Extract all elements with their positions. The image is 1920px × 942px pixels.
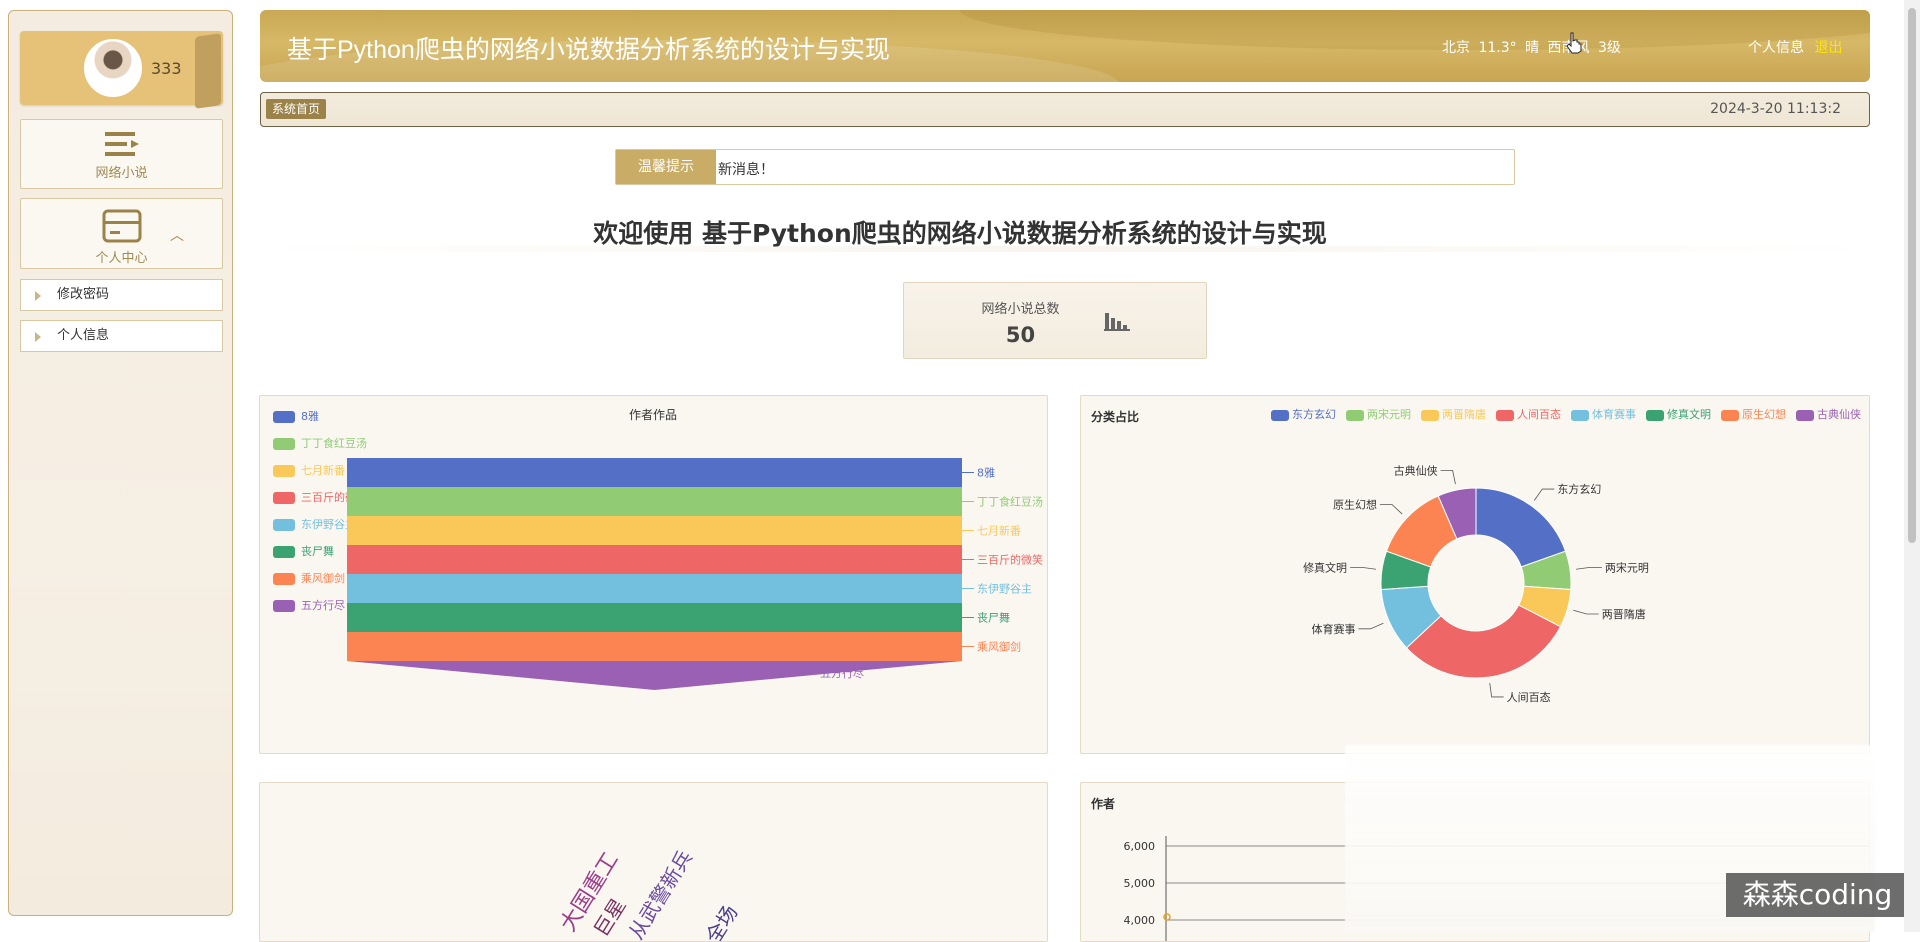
logout-link[interactable]: 退出 <box>1814 40 1842 56</box>
funnel-chart: 8雅丁丁食红豆汤七月新番三百斤的微笑东伊野谷主丧尸舞乘风御剑五方行尽 <box>347 458 1043 690</box>
pie-label: 修真文明 <box>1303 560 1347 574</box>
sidebar-item-label: 修改密码 <box>57 287 110 302</box>
pie-chart: 东方玄幻两宋元明两晋隋唐人间百态 体育赛事 修真文明 原生幻想 古典仙侠 <box>1303 463 1649 704</box>
user-card[interactable]: 333 <box>20 31 223 109</box>
funnel-label: 8雅 <box>977 466 995 480</box>
chart-category-share: 分类占比 东方玄幻 两宋元明 两晋隋唐 人间百态 体育赛事 修真文明 原生幻想 古典仙侠 东方… <box>1080 395 1870 754</box>
pie-label: 体育赛事 <box>1312 622 1356 636</box>
funnel-segment <box>347 516 962 545</box>
funnel-segment <box>347 632 962 661</box>
profile-link[interactable]: 个人信息 <box>1748 40 1804 56</box>
pie-label: 东方玄幻 <box>1557 482 1601 496</box>
pie-label: 古典仙侠 <box>1394 463 1438 477</box>
label-line <box>1358 622 1384 630</box>
notice-bar: 温馨提示 新消息！ <box>615 149 1515 185</box>
header-links: 个人信息 退出 <box>1748 37 1842 57</box>
sidebar-item-label: 个人信息 <box>57 328 110 343</box>
hand-cursor-icon <box>1566 32 1582 54</box>
bar-chart-icon <box>1104 313 1130 331</box>
pie-slice <box>1475 487 1567 568</box>
label-line <box>1533 488 1555 501</box>
breadcrumb-home[interactable]: 系统首页 <box>266 99 327 119</box>
label-line <box>1573 609 1599 615</box>
breadcrumb: 系统首页 2024-3-20 11:13:2 <box>260 92 1870 127</box>
line-point <box>1163 913 1171 921</box>
label-line <box>1576 566 1602 570</box>
funnel-label: 七月新番 <box>977 524 1021 538</box>
pie-label: 原生幻想 <box>1333 498 1377 512</box>
funnel-label: 五方行尽 <box>820 666 864 680</box>
label-line <box>1350 566 1376 570</box>
funnel-segment <box>347 661 962 690</box>
username: 333 <box>151 59 182 78</box>
menu-novels[interactable]: 网络小说 <box>20 119 223 189</box>
caret-right-icon <box>35 291 41 301</box>
wordcloud-chart: 大国重工 从武警新兵 全场巨星 <box>556 846 743 942</box>
app-title: 基于Python爬虫的网络小说数据分析系统的设计与实现 <box>287 36 890 64</box>
divider <box>260 246 1870 252</box>
label-line <box>1379 504 1403 515</box>
funnel-label: 三百斤的微笑 <box>977 553 1043 567</box>
funnel-label: 东伊野谷主 <box>977 583 1032 596</box>
header-decoration <box>960 10 1870 50</box>
scrollbar-thumb[interactable] <box>1908 8 1916 543</box>
stat-value: 50 <box>1005 323 1036 347</box>
menu-personal-center-label: 个人中心 <box>95 251 148 266</box>
y-tick-label: 4,000 <box>1124 914 1156 927</box>
funnel-segment <box>347 487 962 516</box>
pie-label: 人间百态 <box>1507 691 1551 704</box>
chart-author-works: 作者作品 8雅 丁丁食红豆汤 七月新番 三百斤的微笑 东伊野谷主 丧尸舞 乘风御剑 五方行尽 … <box>259 395 1048 754</box>
funnel-segment <box>347 458 962 487</box>
funnel-segment <box>347 574 962 603</box>
sidebar-item-profile[interactable]: 个人信息 <box>20 320 223 352</box>
watermark: 森森coding <box>1726 873 1909 917</box>
list-icon <box>104 132 139 156</box>
pie-label: 两宋元明 <box>1605 560 1649 574</box>
card-fold <box>195 33 221 109</box>
wordcloud-word: 全场 <box>701 901 743 942</box>
caret-right-icon <box>35 332 41 342</box>
sidebar-item-change-password[interactable]: 修改密码 <box>20 279 223 311</box>
stat-card-novel-count: 网络小说总数 50 <box>903 282 1207 359</box>
funnel-label: 乘风御剑 <box>977 640 1021 654</box>
weather-info: 北京 11.3° 晴 西南风 3级 <box>1442 40 1621 56</box>
y-tick-label: 5,000 <box>1124 877 1156 890</box>
page-scrollbar[interactable] <box>1904 0 1920 932</box>
notice-label: 温馨提示 <box>616 150 716 184</box>
funnel-label: 丁丁食红豆汤 <box>977 495 1043 509</box>
notice-message: 新消息！ <box>718 162 774 178</box>
menu-novels-label: 网络小说 <box>95 166 148 181</box>
wordcloud-word: 从武警新兵 <box>624 846 697 942</box>
y-tick-label: 6,000 <box>1124 840 1156 853</box>
label-line <box>1489 683 1504 698</box>
label-line <box>1440 470 1456 485</box>
pie-label: 两晋隋唐 <box>1602 607 1646 621</box>
chart-wordcloud: 大国重工 从武警新兵 全场 巨星 <box>259 782 1048 942</box>
sidebar: 333 网络小说 个人中心 ︿ 修改密码 个人信息 <box>8 10 233 916</box>
funnel-segment <box>347 545 962 574</box>
welcome-heading: 欢迎使用 基于Python爬虫的网络小说数据分析系统的设计与实现 <box>593 219 1327 248</box>
funnel-segment <box>347 603 962 632</box>
current-datetime: 2024-3-20 11:13:2 <box>1710 101 1841 117</box>
avatar[interactable] <box>84 39 142 97</box>
funnel-label: 丧尸舞 <box>977 612 1010 625</box>
stat-label: 网络小说总数 <box>981 302 1060 317</box>
top-header: 基于Python爬虫的网络小说数据分析系统的设计与实现 北京 11.3° 晴 西… <box>260 10 1870 82</box>
